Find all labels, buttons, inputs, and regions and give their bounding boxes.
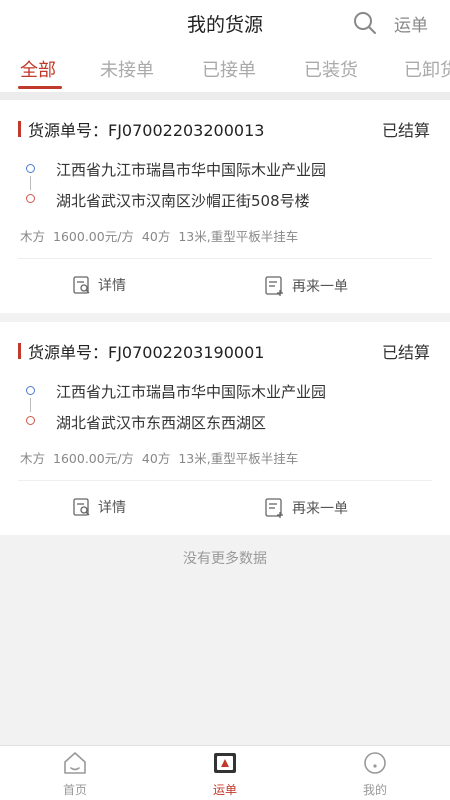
volume: 40方 [141,451,171,466]
accent-bar [18,121,21,137]
origin-dot-icon [26,164,35,173]
cargo-info: 木方 1600.00元/方 40方 13米,重型平板半挂车 [20,448,306,467]
nav-label: 我的 [362,783,387,797]
reorder-icon [265,498,283,518]
waybill-icon [214,753,236,773]
search-icon[interactable] [352,10,378,36]
detail-icon [73,498,90,516]
reorder-button[interactable]: 再来一单 [264,497,348,519]
unit-price: 1600.00元/方 [53,229,134,244]
origin-address: 江西省九江市瑞昌市华中国际木业产业园 [56,383,327,401]
destination-address: 湖北省武汉市汉南区沙帽正街508号楼 [56,192,310,210]
detail-button[interactable]: 详情 [72,497,126,517]
top-header: 我的货源 运单 [0,0,450,46]
destination-dot-icon [26,416,35,425]
unit-price: 1600.00元/方 [53,451,134,466]
vehicle-type: 13米,重型平板半挂车 [178,451,299,466]
reorder-label: 再来一单 [292,501,348,517]
destination-dot-icon [26,194,35,203]
nav-item-home[interactable]: 首页 [45,750,105,798]
active-tab-indicator [18,86,62,89]
divider [0,92,450,100]
detail-label: 详情 [98,500,126,516]
cargo-type: 木方 [20,451,46,466]
page-title: 我的货源 [186,14,263,36]
tab-unloaded[interactable]: 已卸货 [404,56,450,82]
tab-accepted[interactable]: 已接单 [202,56,256,82]
vehicle-type: 13米,重型平板半挂车 [178,229,299,244]
nav-item-waybill[interactable]: 运单 [195,750,255,798]
detail-button[interactable]: 详情 [72,275,126,295]
reorder-icon [265,276,283,296]
tab-all[interactable]: 全部 [20,56,56,82]
origin-address: 江西省九江市瑞昌市华中国际木业产业园 [56,161,327,179]
order-card[interactable]: 货源单号：FJ07002203200013 已结算 江西省九江市瑞昌市华中国际木… [0,100,450,313]
status-tabs: 全部 未接单 已接单 已装货 已卸货 [0,46,450,92]
reorder-label: 再来一单 [292,279,348,295]
order-card[interactable]: 货源单号：FJ07002203190001 已结算 江西省九江市瑞昌市华中国际木… [0,322,450,535]
nav-item-profile[interactable]: 我的 [345,750,405,798]
origin-dot-icon [26,386,35,395]
route-line [30,176,31,190]
order-number: 货源单号：FJ07002203200013 [28,121,265,140]
waybill-link[interactable]: 运单 [394,11,428,36]
cargo-info: 木方 1600.00元/方 40方 13米,重型平板半挂车 [20,226,306,245]
status-badge: 已结算 [381,121,430,140]
volume: 40方 [141,229,171,244]
route-line [30,398,31,412]
detail-icon [73,276,90,294]
accent-bar [18,343,21,359]
status-badge: 已结算 [381,343,430,362]
order-number: 货源单号：FJ07002203190001 [28,343,265,362]
nav-label: 首页 [62,783,87,797]
cargo-type: 木方 [20,229,46,244]
reorder-button[interactable]: 再来一单 [264,275,348,297]
bottom-nav: 首页 运单 我的 [0,745,450,800]
home-icon [64,752,86,774]
divider [18,258,432,259]
nav-label: 运单 [212,783,237,797]
tab-unaccepted[interactable]: 未接单 [100,56,154,82]
destination-address: 湖北省武汉市东西湖区东西湖区 [56,414,267,432]
divider [18,480,432,481]
detail-label: 详情 [98,278,126,294]
no-more-data-text: 没有更多数据 [183,551,267,567]
profile-icon [364,752,386,774]
tab-loaded[interactable]: 已装货 [304,56,358,82]
